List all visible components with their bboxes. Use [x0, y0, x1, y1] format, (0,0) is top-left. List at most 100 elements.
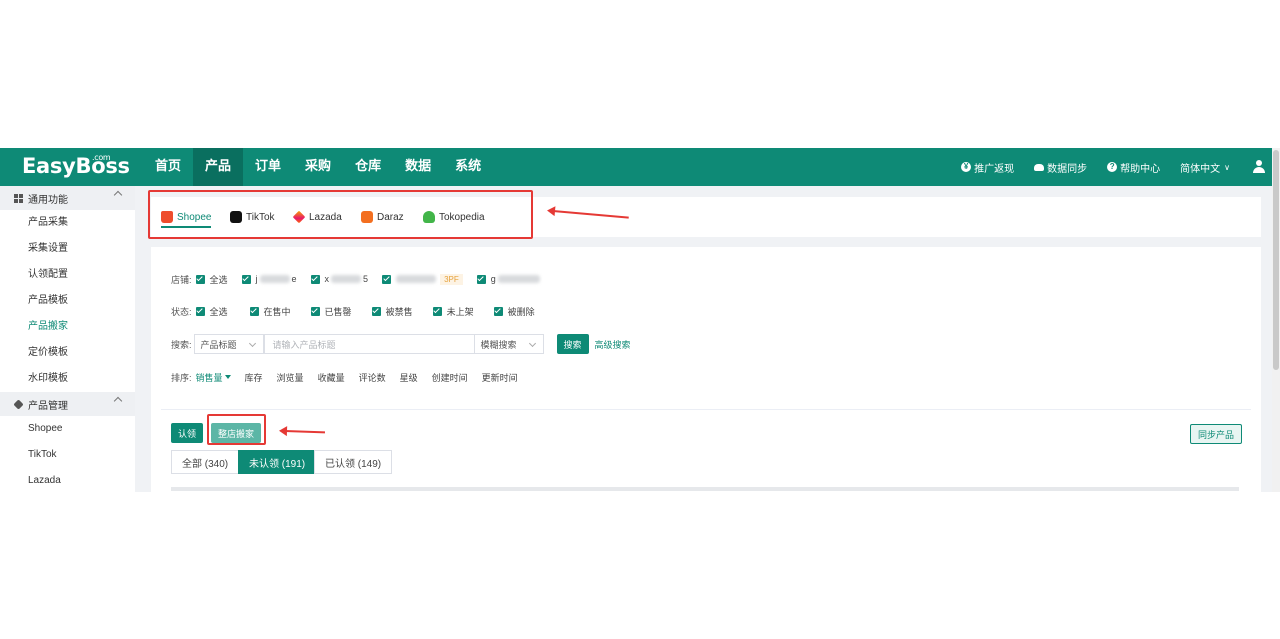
sort-row: 排序: 销售量 库存 浏览量 收藏量 评论数 星级 创建时间 更新时间 [171, 369, 532, 385]
sort-sales[interactable]: 销售量 [196, 371, 231, 384]
help-icon: ? [1107, 162, 1118, 172]
sort-label: 排序: [171, 372, 192, 383]
logo[interactable]: EasyBoss .com [22, 153, 130, 178]
nav-home[interactable]: 首页 [143, 148, 193, 186]
sort-updated[interactable]: 更新时间 [482, 371, 518, 384]
sort-favorites[interactable]: 收藏量 [318, 371, 345, 384]
sync-link[interactable]: 数据同步 [1034, 160, 1087, 175]
sort-created[interactable]: 创建时间 [432, 371, 468, 384]
store-name: g [490, 274, 496, 284]
promo-label: 推广返现 [974, 163, 1015, 175]
status-checkbox-sold-out[interactable]: 已售罄 [310, 305, 352, 318]
nav-system[interactable]: 系统 [443, 148, 493, 186]
sidebar-item-tiktok[interactable]: TikTok [0, 442, 135, 468]
nav-data[interactable]: 数据 [393, 148, 443, 186]
sidebar-item-lazada[interactable]: Lazada [0, 468, 135, 492]
app-window: EasyBoss .com 首页 产品 订单 采购 仓库 数据 系统 ¥ 推广返… [0, 148, 1280, 492]
divider [161, 409, 1251, 410]
language-select[interactable]: 简体中文 ∨ [1180, 160, 1230, 175]
store-name: x [324, 274, 330, 284]
scrollbar-thumb[interactable] [1273, 150, 1279, 370]
status-checkbox-all[interactable]: 全选 [195, 305, 228, 318]
checkbox-label: 被删除 [507, 306, 535, 317]
sidebar-section-title: 通用功能 [28, 194, 68, 206]
status-tab-all[interactable]: 全部 (340) [171, 450, 240, 474]
claim-button[interactable]: 认领 [171, 423, 204, 443]
page-scrollbar[interactable] [1272, 148, 1280, 492]
sort-views[interactable]: 浏览量 [277, 371, 304, 384]
store-checkbox-3[interactable]: 3PF [382, 273, 463, 285]
search-placeholder: 请输入产品标题 [272, 339, 336, 350]
search-button[interactable]: 搜索 [556, 334, 589, 354]
search-input[interactable]: 请输入产品标题 [263, 334, 474, 354]
chevron-down-icon [248, 339, 256, 348]
store-checkbox-1[interactable]: je [241, 274, 297, 284]
sidebar-item-product-template[interactable]: 产品模板 [0, 288, 135, 314]
coin-icon: ¥ [961, 162, 972, 172]
checkbox-label: 全选 [209, 274, 228, 285]
status-checkbox-on-sale[interactable]: 在售中 [249, 305, 291, 318]
sort-rating[interactable]: 星级 [400, 371, 418, 384]
search-mode-select[interactable]: 模糊搜索 [473, 334, 544, 354]
status-checkbox-banned[interactable]: 被禁售 [371, 305, 413, 318]
sidebar-section-general[interactable]: 通用功能 [0, 186, 135, 210]
status-label: 状态: [171, 306, 192, 317]
sidebar-item-claim-config[interactable]: 认领配置 [0, 262, 135, 288]
search-label: 搜索: [171, 339, 192, 350]
caret-down-icon [224, 375, 231, 379]
help-label: 帮助中心 [1120, 163, 1161, 175]
store-checkbox-4[interactable]: g [476, 274, 540, 284]
store-filter-row: 店铺: 全选 je x5 3PF g [171, 271, 554, 287]
main-nav: 首页 产品 订单 采购 仓库 数据 系统 [143, 148, 493, 186]
store-select-all-checkbox[interactable]: 全选 [195, 273, 228, 286]
nav-orders[interactable]: 订单 [243, 148, 293, 186]
table-header [171, 487, 1239, 491]
checkbox-label: 全选 [209, 306, 228, 317]
advanced-search-link[interactable]: 高级搜索 [595, 338, 631, 351]
search-field-value: 产品标题 [200, 339, 237, 350]
promo-link[interactable]: ¥ 推广返现 [961, 160, 1014, 175]
top-navbar: EasyBoss .com 首页 产品 订单 采购 仓库 数据 系统 ¥ 推广返… [0, 148, 1280, 186]
chevron-up-icon [113, 396, 123, 406]
status-tab-claimed[interactable]: 已认领 (149) [314, 450, 393, 474]
status-tab-unclaimed[interactable]: 未认领 (191) [238, 450, 317, 474]
checkbox-label: 未上架 [446, 306, 474, 317]
sidebar-item-collect[interactable]: 产品采集 [0, 210, 135, 236]
chevron-down-icon: ∨ [1224, 162, 1230, 172]
grid-icon [14, 193, 23, 203]
user-icon[interactable] [1252, 160, 1266, 174]
logo-suffix: .com [92, 153, 111, 162]
nav-products[interactable]: 产品 [193, 148, 244, 186]
sort-label-text: 销售量 [195, 372, 223, 383]
sidebar-item-product-move[interactable]: 产品搬家 [0, 314, 135, 340]
status-checkbox-deleted[interactable]: 被删除 [493, 305, 535, 318]
search-row: 搜索: 产品标题 请输入产品标题 模糊搜索 搜索 高级搜索 [171, 334, 631, 354]
header-right: ¥ 推广返现 数据同步 ? 帮助中心 简体中文 ∨ [941, 148, 1266, 186]
sidebar-item-pricing-template[interactable]: 定价模板 [0, 340, 135, 366]
cloud-icon [1034, 163, 1045, 171]
filter-panel: 店铺: 全选 je x5 3PF g 状态: 全选 在售中 已售罄 被禁售 未上… [151, 247, 1261, 492]
status-checkbox-unlisted[interactable]: 未上架 [432, 305, 474, 318]
status-filter-row: 状态: 全选 在售中 已售罄 被禁售 未上架 被删除 [171, 303, 549, 319]
nav-purchase[interactable]: 采购 [293, 148, 343, 186]
store-label: 店铺: [171, 274, 192, 285]
annotation-box-platforms [148, 190, 533, 239]
sort-stock[interactable]: 库存 [245, 371, 263, 384]
sidebar-item-shopee[interactable]: Shopee [0, 416, 135, 442]
search-field-select[interactable]: 产品标题 [193, 334, 264, 354]
sidebar-item-watermark-template[interactable]: 水印模板 [0, 366, 135, 392]
help-link[interactable]: ? 帮助中心 [1107, 160, 1160, 175]
store-checkbox-2[interactable]: x5 [310, 274, 368, 284]
sort-reviews[interactable]: 评论数 [359, 371, 386, 384]
sync-label: 数据同步 [1047, 163, 1088, 175]
nav-warehouse[interactable]: 仓库 [343, 148, 393, 186]
sidebar-section-product-management[interactable]: 产品管理 [0, 392, 135, 416]
checkbox-label: 在售中 [263, 306, 291, 317]
checkbox-label: 已售罄 [324, 306, 352, 317]
sync-products-button[interactable]: 同步产品 [1190, 424, 1243, 444]
sidebar-item-collect-settings[interactable]: 采集设置 [0, 236, 135, 262]
sidebar-section-title: 产品管理 [28, 400, 68, 412]
search-mode-value: 模糊搜索 [480, 339, 517, 350]
store-name: j [255, 274, 258, 284]
store-tag: 3PF [440, 273, 463, 285]
